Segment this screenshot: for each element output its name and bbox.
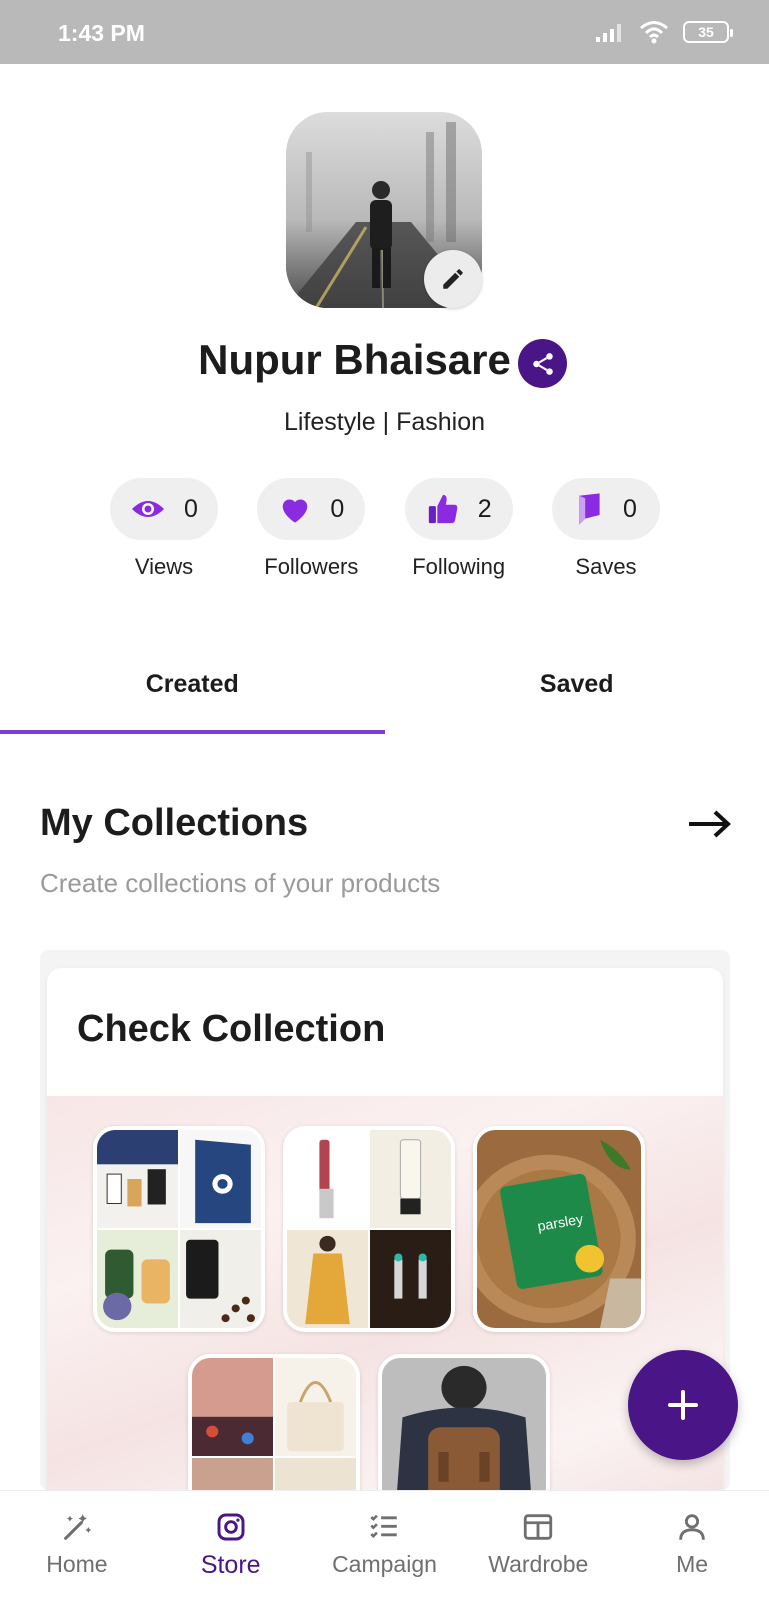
nav-wardrobe[interactable]: Wardrobe [461,1491,615,1600]
arrow-right-icon [689,810,731,838]
wardrobe-icon [520,1509,556,1545]
stat-count: 0 [184,494,198,523]
nav-label: Wardrobe [488,1551,589,1577]
collection-card[interactable]: Check Collection parsley [47,968,723,1508]
product-image [382,1358,546,1508]
share-icon [532,352,553,375]
edit-avatar-button[interactable] [424,250,482,308]
product-image [97,1130,178,1228]
nav-label: Store [200,1551,261,1579]
thumbs-up-icon [428,494,457,524]
nav-label: Campaign [332,1551,437,1577]
collection-card-title: Check Collection [77,1008,386,1050]
thumb-grid [287,1130,451,1328]
user-icon [674,1509,710,1545]
collections-subtitle: Create collections of your products [40,868,441,898]
battery-icon: 35 [683,21,733,43]
product-image [192,1358,273,1456]
stat-label: Views [134,554,194,579]
profile-stats: 0 Views 0 Followers 2 Following 0 Saves [110,478,660,580]
product-image [370,1130,451,1228]
instagram-icon [213,1509,249,1545]
battery-level: 35 [698,24,714,40]
tab-saved[interactable]: Saved [385,650,769,734]
stat-count: 0 [330,494,345,523]
stat-saves[interactable]: 0 Saves [551,478,660,580]
thumb-grid [97,1130,261,1328]
status-bar: 1:43 PM 35 [0,0,769,64]
collections-arrow-button[interactable] [685,806,733,842]
profile-tabs: Created Saved [0,650,769,734]
nav-campaign[interactable]: Campaign [308,1491,462,1600]
stat-pill[interactable]: 2 [404,478,513,540]
stat-pill[interactable]: 0 [110,478,218,540]
product-image [180,1130,261,1228]
stat-label: Followers [264,554,359,579]
status-icons: 35 [595,20,733,44]
collections-title: My Collections [40,802,309,844]
product-image [180,1230,261,1328]
thumb-grid [192,1358,356,1508]
nav-home[interactable]: Home [0,1491,154,1600]
collection-thumb[interactable] [283,1126,455,1332]
eye-icon [132,501,165,517]
stat-following[interactable]: 2 Following [404,478,513,580]
wifi-icon [640,21,668,44]
stat-count: 2 [477,494,492,523]
collection-thumb[interactable] [188,1354,360,1508]
nav-store[interactable]: Store [154,1491,308,1600]
collection-thumb[interactable]: parsley [473,1126,645,1332]
bookmark-flag-icon [579,493,600,525]
collection-gallery: parsley [47,1096,723,1508]
stat-label: Following [412,554,506,579]
bottom-nav: Home Store Campaign Wardrobe Me [0,1490,769,1600]
stat-followers[interactable]: 0 Followers [257,478,366,580]
nav-me[interactable]: Me [615,1491,769,1600]
product-image [287,1130,368,1228]
status-time: 1:43 PM [58,20,145,46]
share-profile-button[interactable] [518,339,567,388]
product-image [97,1230,178,1328]
signal-icon [596,24,621,42]
collection-thumb[interactable] [378,1354,550,1508]
product-image [370,1230,451,1328]
heart-icon [283,499,308,523]
add-collection-button[interactable] [628,1350,738,1460]
stat-views[interactable]: 0 Views [110,478,218,580]
stat-label: Saves [575,554,637,579]
profile-name: Nupur Bhaisare [198,336,511,383]
nav-label: Home [46,1551,108,1577]
nav-label: Me [676,1551,709,1577]
stat-pill[interactable]: 0 [551,478,660,540]
checklist-icon [366,1509,402,1545]
plus-icon [668,1390,698,1420]
pencil-icon [443,269,463,289]
tab-created[interactable]: Created [0,650,385,734]
profile-tagline: Lifestyle | Fashion [283,408,486,436]
magic-wand-icon [59,1509,95,1545]
product-image: parsley [477,1130,641,1328]
stat-count: 0 [623,494,637,523]
collection-thumb[interactable] [93,1126,265,1332]
product-image [275,1358,356,1456]
stat-pill[interactable]: 0 [257,478,366,540]
product-image [287,1230,368,1328]
